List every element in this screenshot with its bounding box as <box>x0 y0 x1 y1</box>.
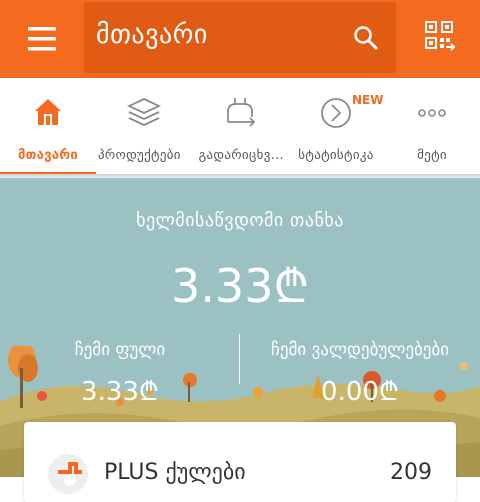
tab-products[interactable]: პროდუქტები <box>96 78 192 176</box>
tab-statistics[interactable]: NEW სტატისტიკა <box>288 78 384 176</box>
more-icon <box>415 96 449 134</box>
plus-points-card[interactable]: PLUS ქულები 209 <box>24 422 456 502</box>
tab-label: მთავარი <box>17 148 78 163</box>
transfer-icon <box>223 96 257 134</box>
qr-scan-icon[interactable] <box>420 18 460 58</box>
plus-points-title: PLUS ქულები <box>104 460 246 485</box>
my-money-amount[interactable]: 3.33₾ <box>0 372 240 408</box>
bottom-tab-bar: მთავარი პროდუქტები გადარიცხვ... NEW სტატ… <box>0 78 480 176</box>
tab-label: გადარიცხვ... <box>198 148 284 163</box>
tab-more[interactable]: მეტი <box>384 78 480 176</box>
search-icon[interactable] <box>352 24 380 52</box>
available-balance-label: ხელმისაწვდომი თანხა <box>136 210 344 231</box>
search-bar[interactable]: მთავარი <box>84 2 396 73</box>
tab-bar-shadow <box>0 174 480 178</box>
plus-logo-icon <box>48 454 88 494</box>
page-title: მთავარი <box>96 20 208 50</box>
app-header: მთავარი <box>0 0 480 78</box>
tab-label: მეტი <box>417 148 447 163</box>
my-money-label: ჩემი ფული <box>74 340 166 360</box>
obligations-label: ჩემი ვალდებულებები <box>270 340 450 360</box>
tab-label: სტატისტიკა <box>298 148 374 163</box>
plus-points-value: 209 <box>390 460 432 485</box>
tab-home[interactable]: მთავარი <box>0 78 96 176</box>
home-icon <box>32 96 64 132</box>
menu-icon[interactable] <box>20 22 60 58</box>
layers-icon <box>126 96 162 132</box>
obligations-amount[interactable]: 0.00₾ <box>240 372 480 408</box>
available-balance-amount: 3.33₾ <box>171 259 309 313</box>
new-badge: NEW <box>352 93 384 107</box>
tab-transfers[interactable]: გადარიცხვ... <box>192 78 288 176</box>
statistics-icon <box>319 96 353 134</box>
